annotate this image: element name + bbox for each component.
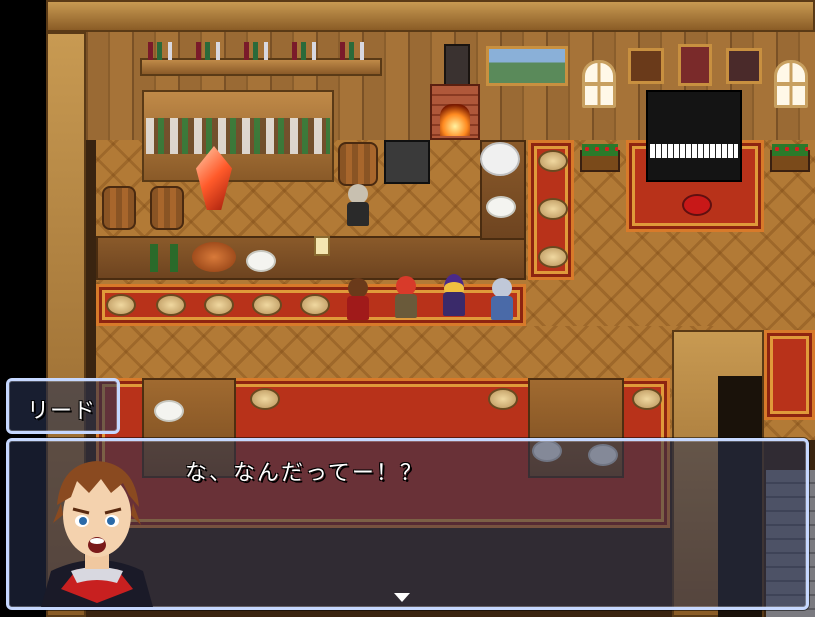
- chimney-pipe: [444, 44, 470, 88]
- speaker-name-box: リード: [6, 378, 120, 434]
- plate: [246, 250, 276, 272]
- bar-stool: [252, 294, 282, 316]
- party-member-witch: [440, 274, 468, 318]
- landscape-painting: [486, 46, 568, 86]
- party-member-silver-hair: [488, 278, 516, 322]
- bartender-npc: [344, 184, 372, 228]
- barrel: [102, 186, 136, 230]
- bar-stool: [156, 294, 186, 316]
- bar-stool: [538, 198, 568, 220]
- stool: [488, 388, 518, 410]
- advance-arrow-icon[interactable]: [394, 593, 410, 602]
- bar-stool: [538, 246, 568, 268]
- wine-barrel: [338, 142, 378, 186]
- dialogue-message: な、なんだってー！？: [185, 461, 424, 486]
- dishes-on-cabinet: [146, 118, 330, 154]
- barrel: [150, 186, 184, 230]
- stool: [632, 388, 662, 410]
- stool: [250, 388, 280, 410]
- bar-stool: [538, 150, 568, 172]
- bottles: [148, 42, 378, 60]
- speaker-face-portrait: [31, 453, 163, 607]
- face-portrait-icon: [41, 461, 153, 607]
- game-screen: リード な、なんだってー！？: [0, 0, 815, 617]
- flowers-icon: [772, 144, 808, 156]
- party-member-brown-hair: [344, 278, 372, 322]
- plate: [486, 196, 516, 218]
- window: [774, 60, 808, 108]
- fire-icon: [440, 104, 470, 136]
- dining-floor: [96, 326, 716, 386]
- portrait-painting: [628, 48, 664, 84]
- piano-keys: [650, 144, 738, 158]
- portrait-painting: [678, 44, 712, 86]
- bar-stool: [106, 294, 136, 316]
- piano-stool: [682, 194, 712, 216]
- roast-chicken-icon: [192, 242, 236, 272]
- side-room-carpet: [764, 330, 815, 420]
- bar-stool: [204, 294, 234, 316]
- plate: [154, 400, 184, 422]
- top-wall-trim: [46, 0, 815, 32]
- stove: [384, 140, 430, 184]
- party-member-red-hair: [392, 276, 420, 320]
- speaker-name: リード: [27, 399, 97, 424]
- mug-icon: [314, 236, 330, 256]
- stacked-plates: [480, 142, 520, 176]
- bar-stool: [300, 294, 330, 316]
- still-life-painting: [726, 48, 762, 84]
- bottle-icon: [170, 244, 178, 272]
- bottle-icon: [150, 244, 158, 272]
- piano: [646, 90, 742, 182]
- message-window[interactable]: な、なんだってー！？: [6, 438, 809, 610]
- flowers-icon: [582, 144, 618, 156]
- window: [582, 60, 616, 108]
- bottle-shelf: [140, 58, 382, 76]
